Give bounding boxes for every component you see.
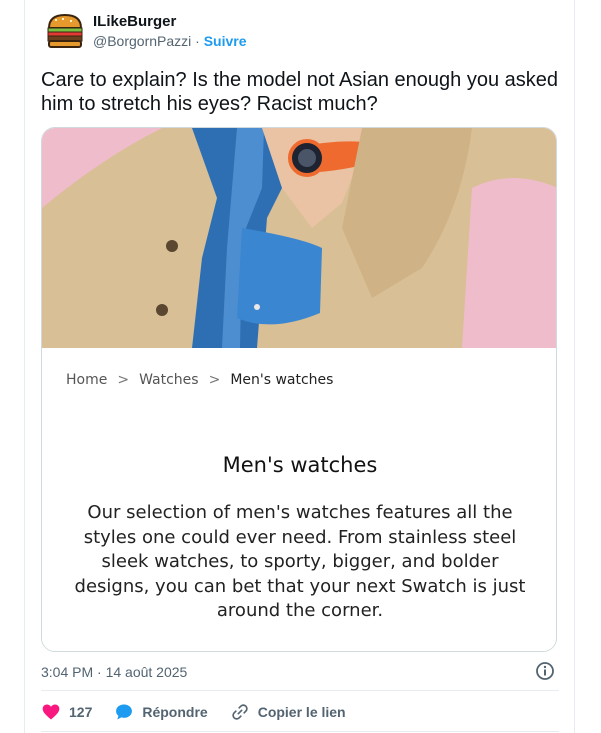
- embedded-webpage: Home > Watches > Men's watches Men's wat…: [42, 348, 556, 651]
- link-icon: [232, 704, 248, 720]
- page-description: Our selection of men's watches features …: [74, 502, 526, 621]
- divider: [41, 690, 559, 691]
- handle-separator: ·: [191, 33, 204, 49]
- tweet-media[interactable]: Home > Watches > Men's watches Men's wat…: [41, 127, 557, 652]
- copy-link-button[interactable]: Copier le lien: [230, 702, 346, 722]
- breadcrumb-current: Men's watches: [230, 372, 334, 388]
- tweet-actions: 127 Répondre Copier le lien: [41, 700, 368, 724]
- breadcrumb-separator: >: [208, 372, 221, 388]
- breadcrumb: Home > Watches > Men's watches: [66, 372, 333, 388]
- heart-icon: [42, 704, 60, 720]
- display-name[interactable]: ILikeBurger: [93, 12, 247, 32]
- burger-avatar-icon[interactable]: [45, 11, 85, 51]
- copy-link-label: Copier le lien: [257, 704, 346, 720]
- tweet-timestamp[interactable]: 3:04 PM · 14 août 2025: [41, 662, 187, 682]
- follow-button[interactable]: Suivre: [204, 33, 247, 49]
- user-handle[interactable]: @BorgornPazzi: [93, 33, 191, 49]
- tweet-card: ILikeBurger @BorgornPazzi · Suivre Care …: [24, 0, 575, 733]
- breadcrumb-separator: >: [117, 372, 130, 388]
- page-title: Men's watches: [222, 453, 378, 477]
- likes-count: 127: [69, 704, 93, 720]
- speech-bubble-icon: [116, 704, 133, 720]
- reply-label: Répondre: [142, 704, 208, 720]
- reply-button[interactable]: Répondre: [114, 702, 208, 722]
- user-block: ILikeBurger @BorgornPazzi · Suivre: [93, 12, 247, 50]
- tweet-text: Care to explain? Is the model not Asian …: [41, 69, 559, 115]
- info-icon[interactable]: [535, 661, 555, 681]
- model-photo: [42, 128, 556, 348]
- tweet-header: ILikeBurger @BorgornPazzi · Suivre: [45, 9, 555, 53]
- breadcrumb-home: Home: [66, 372, 108, 388]
- breadcrumb-watches: Watches: [139, 372, 199, 388]
- divider: [41, 731, 559, 732]
- handle-row: @BorgornPazzi · Suivre: [93, 32, 247, 50]
- like-button[interactable]: 127: [41, 702, 92, 722]
